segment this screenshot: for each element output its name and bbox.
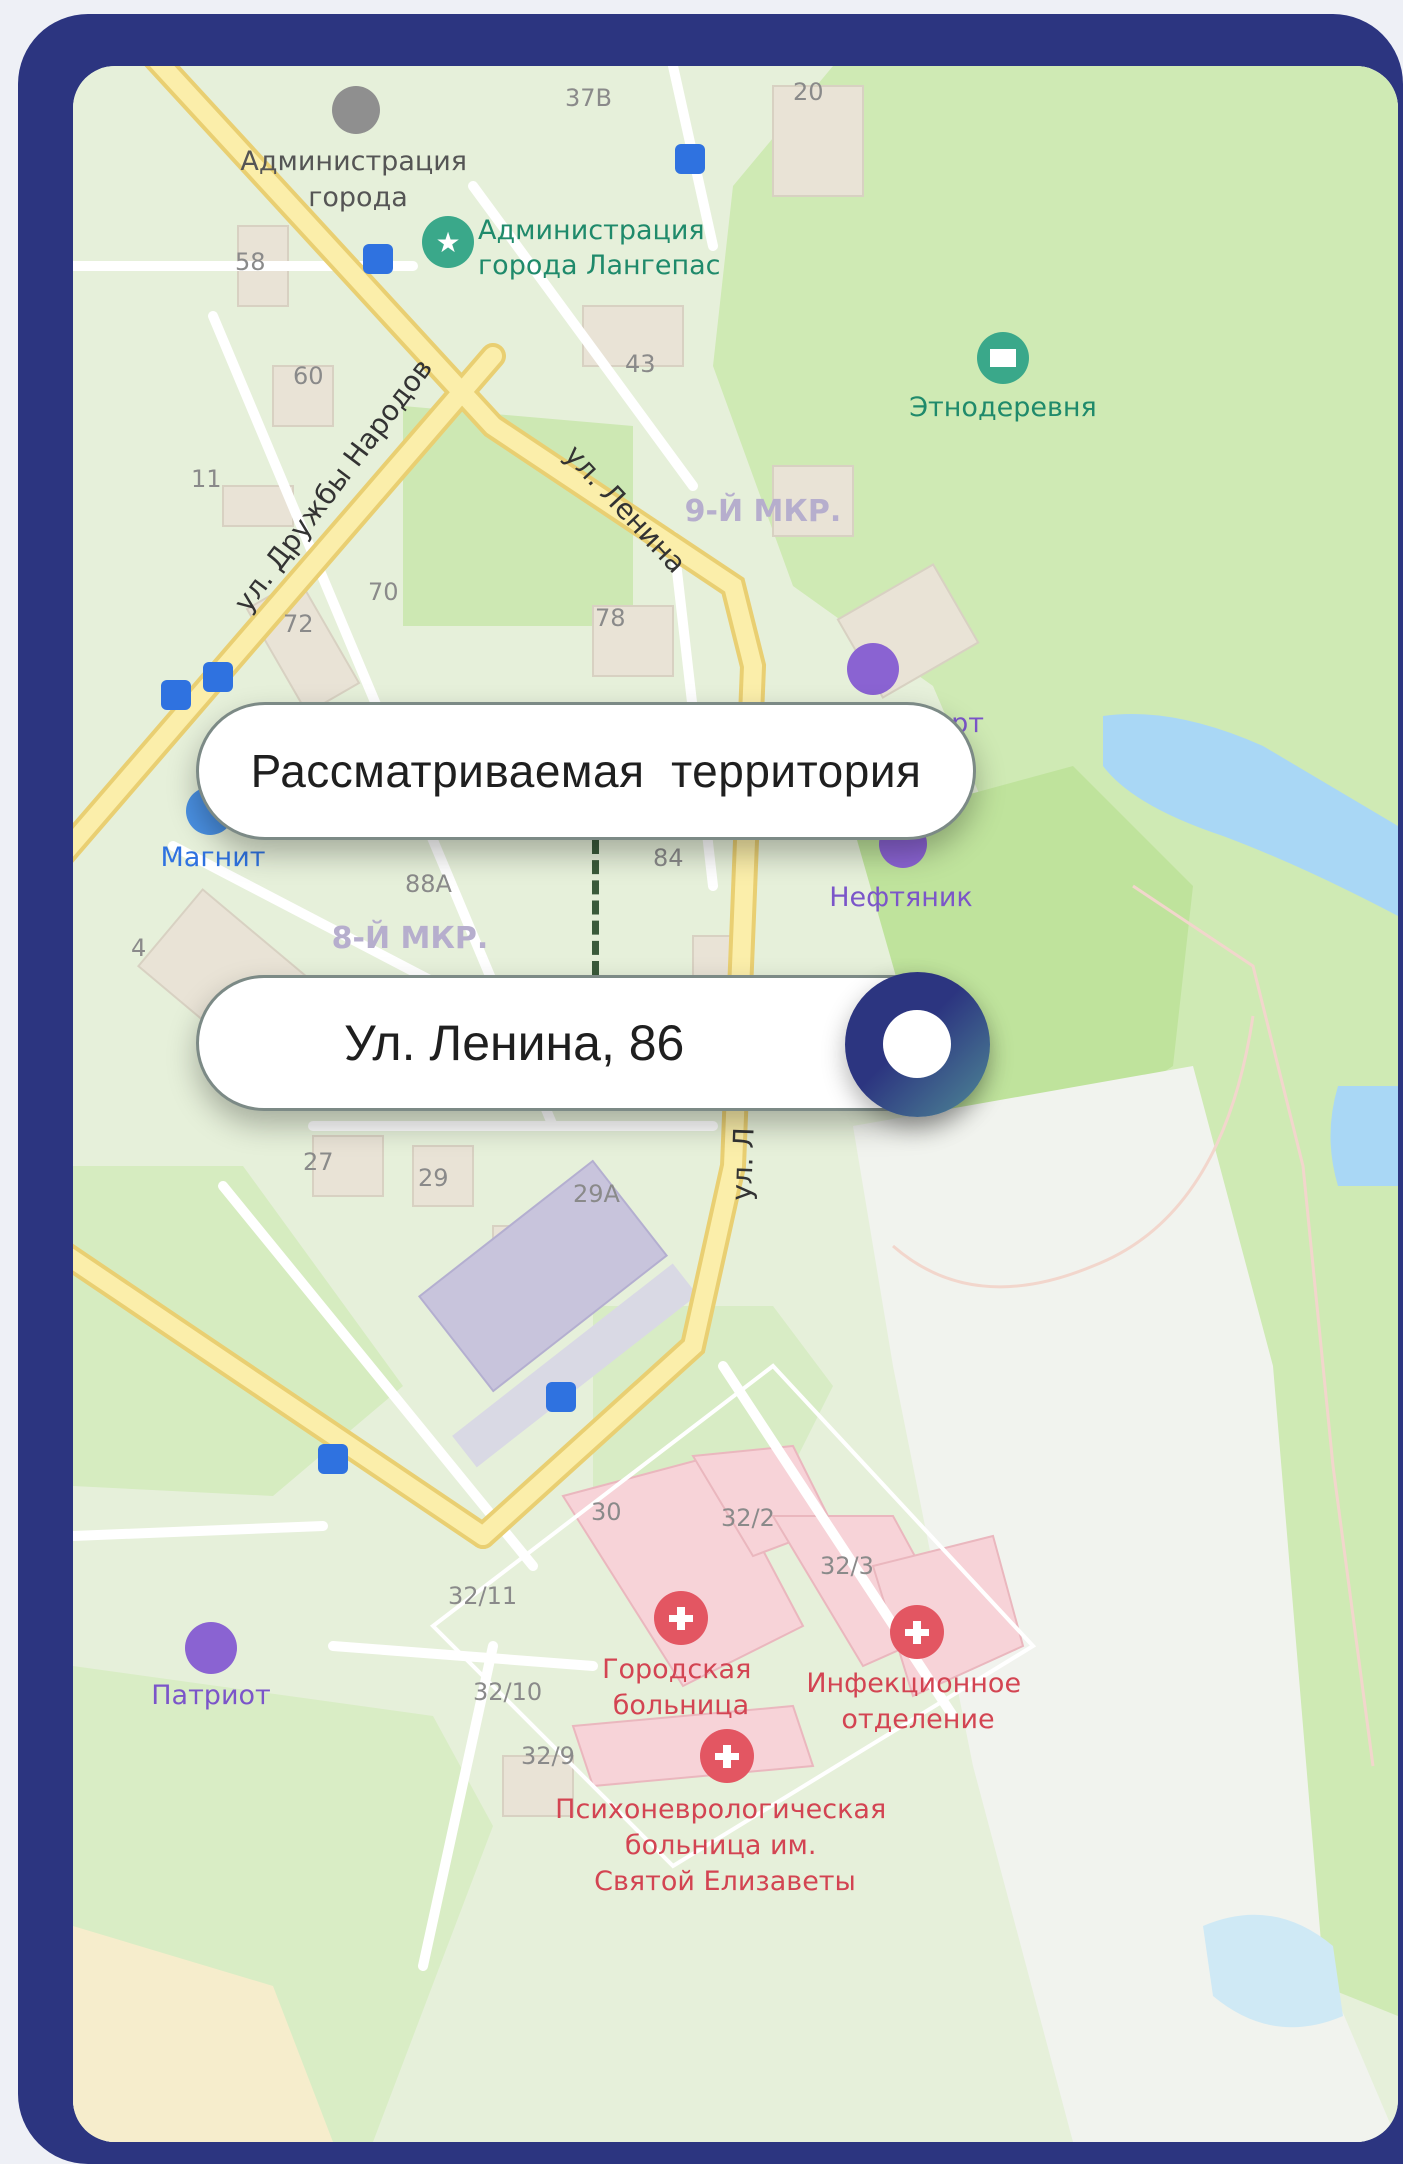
house-number: 58 [235,248,266,276]
house-number: 32/3 [820,1552,874,1580]
street-label-lenina-bottom: ул. Л [725,1127,761,1201]
poi-admin-green-line1: Администрация [478,215,705,246]
house-number: 32/10 [473,1678,542,1706]
territory-callout-label: Рассматриваемая территория [250,745,922,797]
district-label-8: 8-Й МКР. [332,920,489,956]
house-number: 4 [131,934,146,962]
poi-city-hospital-line2: больница [613,1690,749,1721]
poi-patriot: Патриот [151,1680,271,1711]
poi-admin-gray-line1: Администрация [240,146,467,177]
house-number: 27 [303,1148,334,1176]
house-number: 11 [191,465,222,493]
address-callout-label: Ул. Ленина, 86 [344,1015,685,1071]
house-number: 30 [591,1498,622,1526]
poi-ethno: Этнодеревня [909,392,1097,423]
house-number: 43 [625,350,656,378]
callout-connector [592,840,599,975]
house-number: 70 [368,578,399,606]
house-number: 29А [573,1180,621,1208]
poi-admin-gray-line2: города [308,182,408,213]
house-number: 78 [595,604,626,632]
territory-callout: Рассматриваемая территория [196,702,976,840]
house-number: 32/9 [521,1742,575,1770]
poi-infection-line2: отделение [841,1704,994,1735]
district-label-9: 9-Й МКР. [685,493,842,529]
poi-psycho-line3: Святой Елизаветы [594,1866,856,1897]
poi-city-hospital-line1: Городская [602,1654,751,1685]
poi-infection-line1: Инфекционное [806,1668,1021,1699]
house-number: 72 [283,610,314,638]
poi-psycho-line2: больница им. [625,1830,817,1861]
house-number: 37В [565,84,612,112]
house-number: 60 [293,362,324,390]
house-number: 32/2 [721,1504,775,1532]
svg-text:★: ★ [435,226,460,259]
location-pin-icon[interactable] [845,972,990,1117]
poi-magnit: Магнит [161,842,266,873]
house-number: 29 [418,1164,449,1192]
poi-neftyanik: Нефтяник [829,882,972,913]
house-number: 20 [793,78,824,106]
poi-admin-green-line2: города Лангепас [478,250,721,281]
poi-psycho-line1: Психоневрологическая [555,1794,886,1825]
house-number: 84 [653,844,684,872]
location-pin-dot [883,1010,951,1078]
house-number: 32/11 [448,1582,517,1610]
house-number: 88А [405,870,453,898]
